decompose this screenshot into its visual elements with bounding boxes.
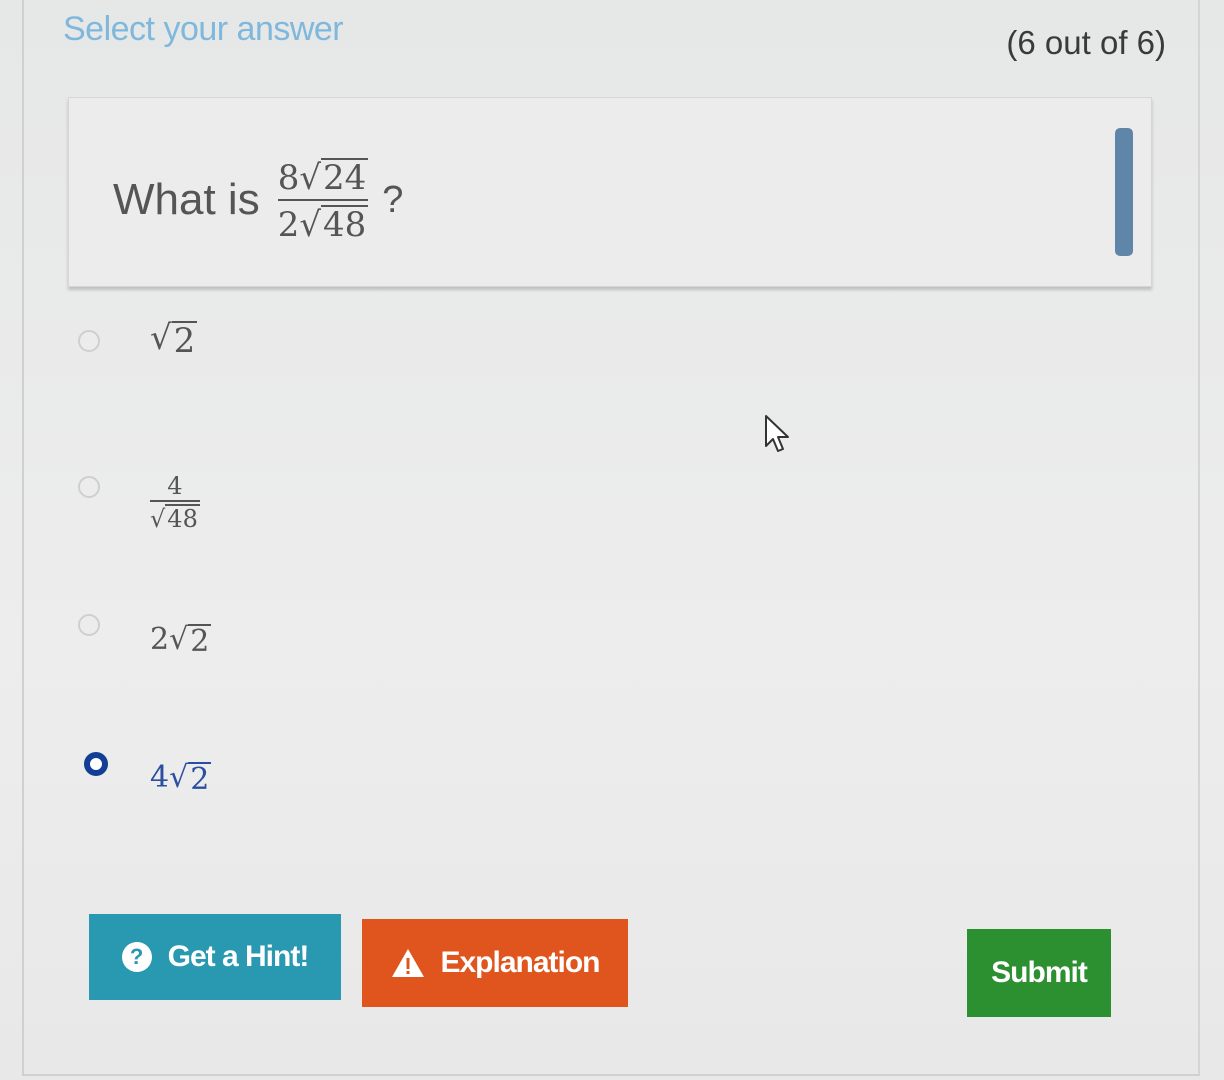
radio-button[interactable]	[78, 330, 100, 352]
option-label: 4 √ 48	[150, 474, 200, 531]
numerator-radicand: 24	[321, 158, 369, 198]
question-numerator: 8 √ 24	[278, 158, 369, 195]
question-progress: (6 out of 6)	[1006, 24, 1166, 61]
option-label: 2 √ 2	[150, 622, 212, 659]
hint-button-label: Get a Hint!	[167, 940, 310, 973]
option-numerator: 4	[167, 472, 183, 500]
numerator-coefficient: 8	[277, 158, 300, 198]
option-sqrt: √ 2	[150, 318, 198, 361]
radio-button[interactable]	[78, 614, 100, 636]
denominator-sqrt: √ 48	[299, 205, 369, 245]
answer-option-4[interactable]: 4 √ 2	[78, 752, 212, 795]
option-label: √ 2	[150, 318, 198, 361]
scrollbar-thumb[interactable]	[1115, 128, 1133, 256]
option-denominator: √ 48	[150, 504, 200, 531]
warning-triangle-icon	[392, 949, 425, 977]
option-radicand: 2	[171, 321, 198, 361]
numerator-sqrt: √ 24	[299, 158, 369, 198]
answer-option-3[interactable]: 2 √ 2	[78, 614, 212, 657]
submit-button[interactable]: Submit	[967, 929, 1111, 1017]
get-hint-button[interactable]: ? Get a Hint!	[89, 914, 341, 1000]
option-radicand: 48	[165, 504, 200, 533]
question-prefix: What is	[113, 175, 260, 224]
option-coefficient: 4	[150, 760, 170, 795]
answer-option-1[interactable]: √ 2	[78, 318, 198, 358]
question-text: What is 8 √ 24 2 √ 48 ?	[113, 158, 403, 242]
explanation-button[interactable]: Explanation	[362, 919, 628, 1007]
submit-button-label: Submit	[991, 956, 1088, 989]
denominator-coefficient: 2	[277, 205, 300, 245]
denominator-radicand: 48	[321, 205, 369, 245]
radio-button[interactable]	[78, 476, 100, 498]
mouse-pointer-icon	[765, 415, 789, 452]
answer-option-2[interactable]: 4 √ 48	[78, 474, 200, 531]
fraction-bar	[277, 199, 369, 201]
quiz-page: Select your answer (6 out of 6) What is …	[0, 0, 1224, 1080]
question-fraction: 8 √ 24 2 √ 48	[277, 158, 369, 242]
radio-button-selected[interactable]	[84, 752, 108, 776]
option-sqrt: √ 48	[150, 504, 200, 533]
option-radicand: 2	[188, 624, 212, 659]
fraction-bar	[150, 500, 200, 502]
explanation-button-label: Explanation	[440, 946, 600, 979]
option-sqrt: √ 2	[169, 622, 212, 659]
option-label: 4 √ 2	[150, 760, 212, 797]
question-card: What is 8 √ 24 2 √ 48 ?	[68, 97, 1152, 287]
option-sqrt: √ 2	[169, 760, 212, 797]
option-fraction: 4 √ 48	[150, 474, 200, 531]
option-radicand: 2	[188, 762, 212, 797]
question-mark: ?	[382, 178, 404, 221]
page-title: Select your answer	[63, 10, 344, 48]
option-coefficient: 2	[150, 622, 170, 657]
question-denominator: 2 √ 48	[278, 205, 369, 242]
question-circle-icon: ?	[121, 942, 152, 972]
